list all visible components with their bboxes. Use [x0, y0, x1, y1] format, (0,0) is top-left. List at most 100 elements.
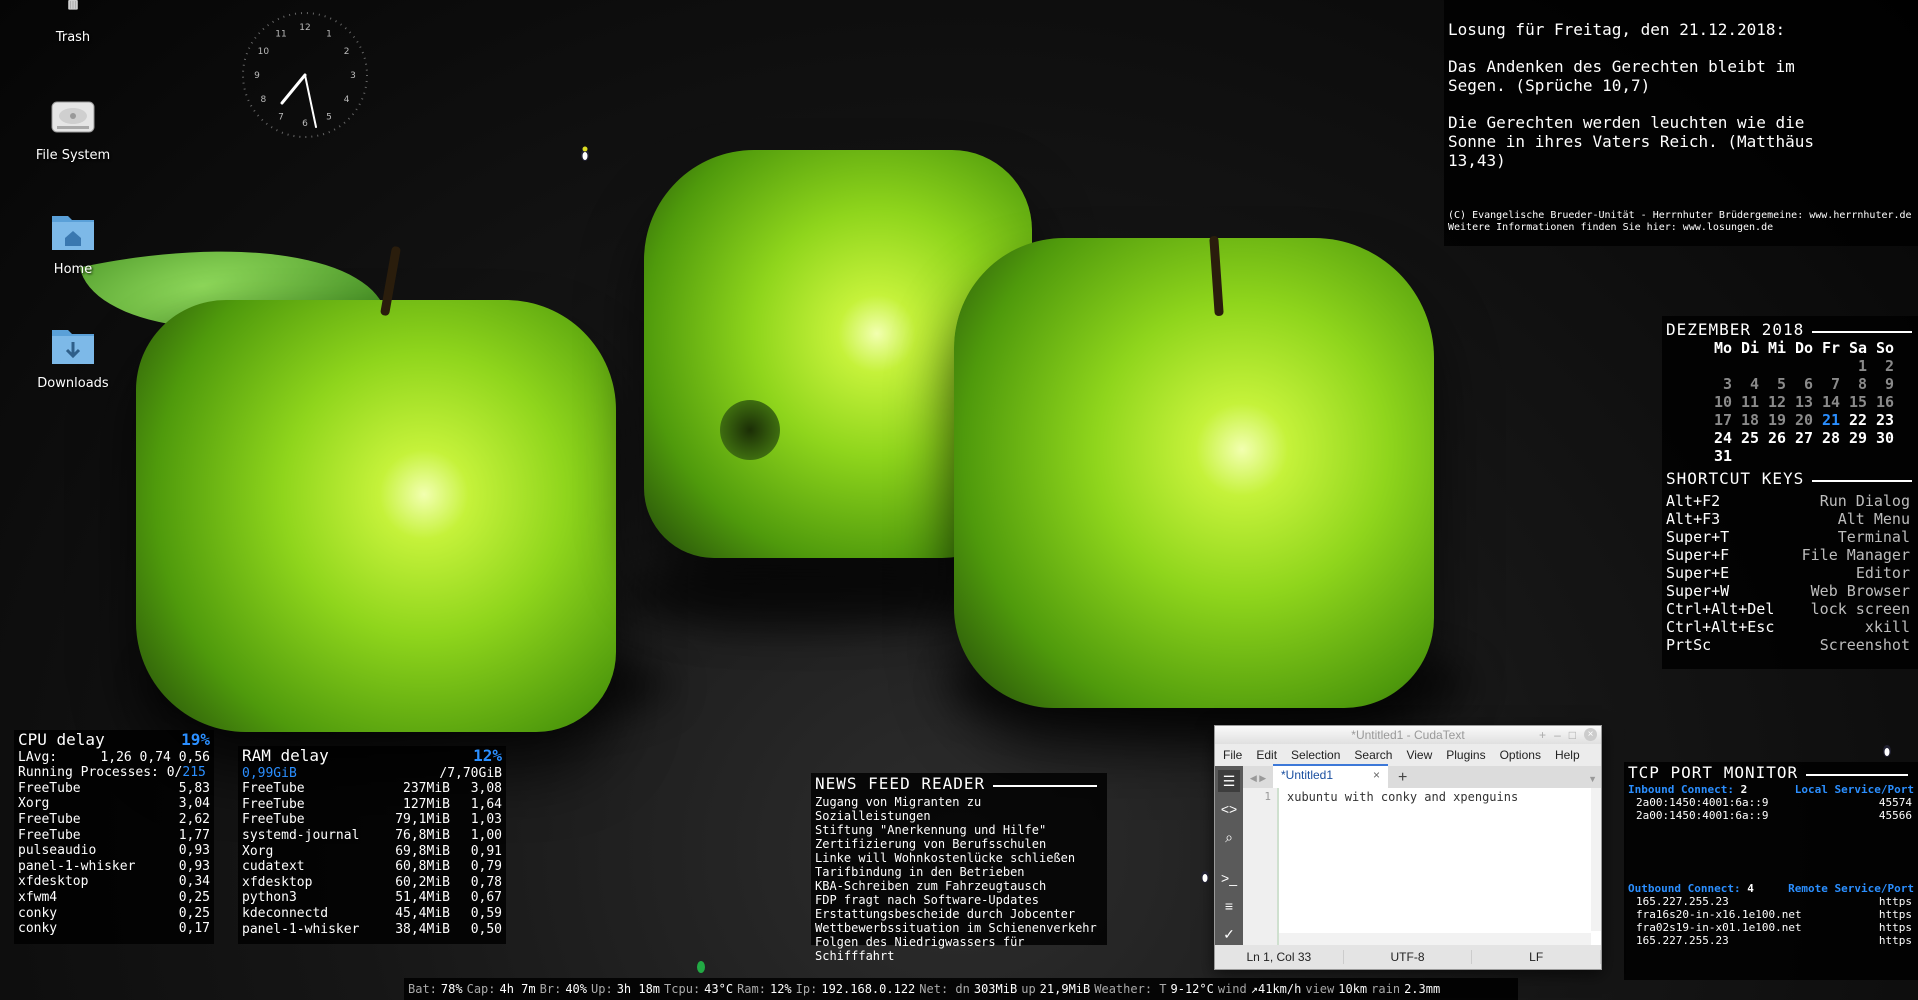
ram-process-row: panel-1-whisker 38,4MiB 0,50: [242, 922, 502, 938]
process-cpu: 2,62: [178, 811, 210, 827]
menu-item-help[interactable]: Help: [1555, 748, 1580, 762]
process-memory: 127MiB: [403, 796, 450, 812]
capacity-label: Cap:: [466, 982, 496, 996]
code-tree-icon[interactable]: <>: [1218, 798, 1240, 820]
news-item[interactable]: Wettbewerbssituation im Schienenverkehr: [815, 921, 1103, 935]
calendar-day: [1789, 447, 1816, 465]
shortcut-key: Super+F: [1666, 546, 1730, 564]
news-item[interactable]: Zugang von Migranten zu Sozialleistungen: [815, 795, 1103, 823]
inbound-label: Inbound Connect:: [1628, 783, 1734, 796]
desktop-icon-home[interactable]: Home: [18, 208, 128, 277]
cpu-process-row: xfdesktop 0,34: [18, 874, 210, 890]
connection-address: 2a00:1450:4001:6a::9: [1636, 796, 1769, 809]
calendar-day: 1: [1857, 357, 1867, 375]
cpu-process-row: FreeTube 1,77: [18, 828, 210, 844]
editor-text-area[interactable]: 1 xubuntu with conky and xpenguins: [1243, 788, 1601, 945]
shortcut-description: Run Dialog: [1819, 492, 1910, 510]
news-item[interactable]: Stiftung "Anerkennung und Hilfe": [815, 823, 1103, 837]
shortcut-description: lock screen: [1810, 600, 1910, 618]
maximize-icon[interactable]: □: [1569, 726, 1576, 744]
news-item[interactable]: FDP fragt nach Software-Updates: [815, 893, 1103, 907]
menu-item-search[interactable]: Search: [1354, 748, 1392, 762]
desktop-icon-label: File System: [35, 148, 111, 163]
menu-item-file[interactable]: File: [1223, 748, 1242, 762]
calendar-day: [1735, 447, 1762, 465]
vertical-scrollbar[interactable]: [1591, 788, 1601, 931]
news-item[interactable]: Tarifbindung in den Betrieben: [815, 865, 1103, 879]
process-memory: 69,8MiB: [395, 843, 450, 859]
desktop-icon-downloads[interactable]: Downloads: [18, 322, 128, 391]
news-item[interactable]: Folgen des Niedrigwassers für Schifffahr…: [815, 935, 1103, 963]
process-mem-percent: 1,03: [470, 812, 502, 828]
close-icon[interactable]: ×: [1584, 728, 1597, 741]
search-icon[interactable]: ⌕: [1218, 826, 1240, 848]
news-item[interactable]: Linke will Wohnkostenlücke schließen: [815, 851, 1103, 865]
clock-number: 7: [278, 113, 284, 123]
connection-port: https: [1878, 895, 1912, 908]
tab-close-icon[interactable]: ×: [1373, 768, 1380, 786]
cursor-position[interactable]: Ln 1, Col 33: [1215, 950, 1344, 964]
encoding[interactable]: UTF-8: [1344, 950, 1473, 964]
ram-process-row: Xorg 69,8MiB 0,91: [242, 844, 502, 860]
news-item[interactable]: Zertifizierung von Berufsschulen: [815, 837, 1103, 851]
menu-item-options[interactable]: Options: [1500, 748, 1541, 762]
validate-check-icon[interactable]: ✓: [1218, 923, 1240, 945]
menu-item-plugins[interactable]: Plugins: [1446, 748, 1485, 762]
process-name: FreeTube: [242, 812, 305, 828]
add-tab-button[interactable]: +: [1388, 768, 1417, 788]
calendar-day: 17: [1713, 411, 1732, 429]
desktop-icon-file-system[interactable]: File System: [18, 94, 128, 163]
calendar-day: 4: [1749, 375, 1759, 393]
pin-icon[interactable]: +: [1539, 726, 1546, 744]
editor-code[interactable]: xubuntu with conky and xpenguins: [1279, 788, 1526, 945]
shortcuts-header: SHORTCUT KEYS: [1666, 469, 1918, 488]
visibility-label: view: [1305, 982, 1335, 996]
ram-process-list: FreeTube 237MiB 3,08 FreeTube 127MiB 1,64 Free…: [242, 781, 502, 937]
cpu-temp-value: 43°C: [704, 982, 734, 996]
news-item[interactable]: Erstattungsbescheide durch Jobcenter: [815, 907, 1103, 921]
menu-icon[interactable]: ☰: [1218, 770, 1240, 792]
console-icon[interactable]: >_: [1218, 867, 1240, 889]
calendar-day: 22: [1848, 411, 1867, 429]
losung-heading: Losung für Freitag, den 21.12.2018:: [1448, 20, 1786, 39]
tab-menu-arrow-icon[interactable]: ▼: [1584, 774, 1601, 788]
process-cpu: 0,25: [178, 889, 210, 905]
clock-number: 1: [326, 29, 332, 39]
process-mem-percent: 0,91: [470, 843, 502, 859]
calendar-day: [1762, 447, 1789, 465]
desktop-icon-trash[interactable]: Trash: [18, 0, 128, 45]
output-list-icon[interactable]: ≡: [1218, 895, 1240, 917]
menu-item-edit[interactable]: Edit: [1256, 748, 1277, 762]
process-mem-percent: 1,00: [470, 827, 502, 843]
menu-item-selection[interactable]: Selection: [1291, 748, 1340, 762]
trash-icon: [68, 0, 78, 10]
tab-scroll-arrows-icon[interactable]: ◀ ▶: [1243, 768, 1273, 788]
process-cpu: 5,83: [178, 780, 210, 796]
line-ending[interactable]: LF: [1472, 950, 1602, 964]
horizontal-scrollbar[interactable]: [1279, 933, 1591, 945]
inbound-header: Inbound Connect: 2 Local Service/Port: [1628, 783, 1914, 796]
connection-row: fra02s19-in-x01.1e100.net https: [1628, 921, 1914, 934]
calendar-weekday: Mi: [1767, 339, 1786, 357]
minimize-icon[interactable]: –: [1554, 726, 1561, 744]
process-name: FreeTube: [242, 781, 305, 797]
news-item[interactable]: KBA-Schreiben zum Fahrzeugtausch: [815, 879, 1103, 893]
cpu-process-row: pulseaudio 0,93: [18, 843, 210, 859]
tab-untitled1[interactable]: *Untitled1 ×: [1273, 764, 1389, 788]
shortcut-description: Screenshot: [1819, 636, 1910, 654]
calendar-day: 9: [1884, 375, 1894, 393]
calendar-day: 27: [1794, 429, 1813, 447]
editor-window[interactable]: *Untitled1 - CudaText + – □ × File Edit Se…: [1214, 725, 1602, 970]
editor-menubar: File Edit Selection Search View Plugins Option…: [1215, 744, 1601, 766]
calendar-day: [1789, 357, 1816, 375]
shortcut-row: Ctrl+Alt+Del lock screen: [1666, 600, 1918, 618]
process-mem-percent: 0,79: [470, 859, 502, 875]
calendar-day: 2: [1884, 357, 1894, 375]
process-memory: 76,8MiB: [395, 827, 450, 843]
shortcut-row: Super+E Editor: [1666, 564, 1918, 582]
process-cpu: 1,77: [178, 827, 210, 843]
process-memory: 79,1MiB: [395, 812, 450, 828]
editor-titlebar[interactable]: *Untitled1 - CudaText + – □ ×: [1215, 726, 1601, 744]
menu-item-view[interactable]: View: [1406, 748, 1432, 762]
calendar-day: 25: [1740, 429, 1759, 447]
